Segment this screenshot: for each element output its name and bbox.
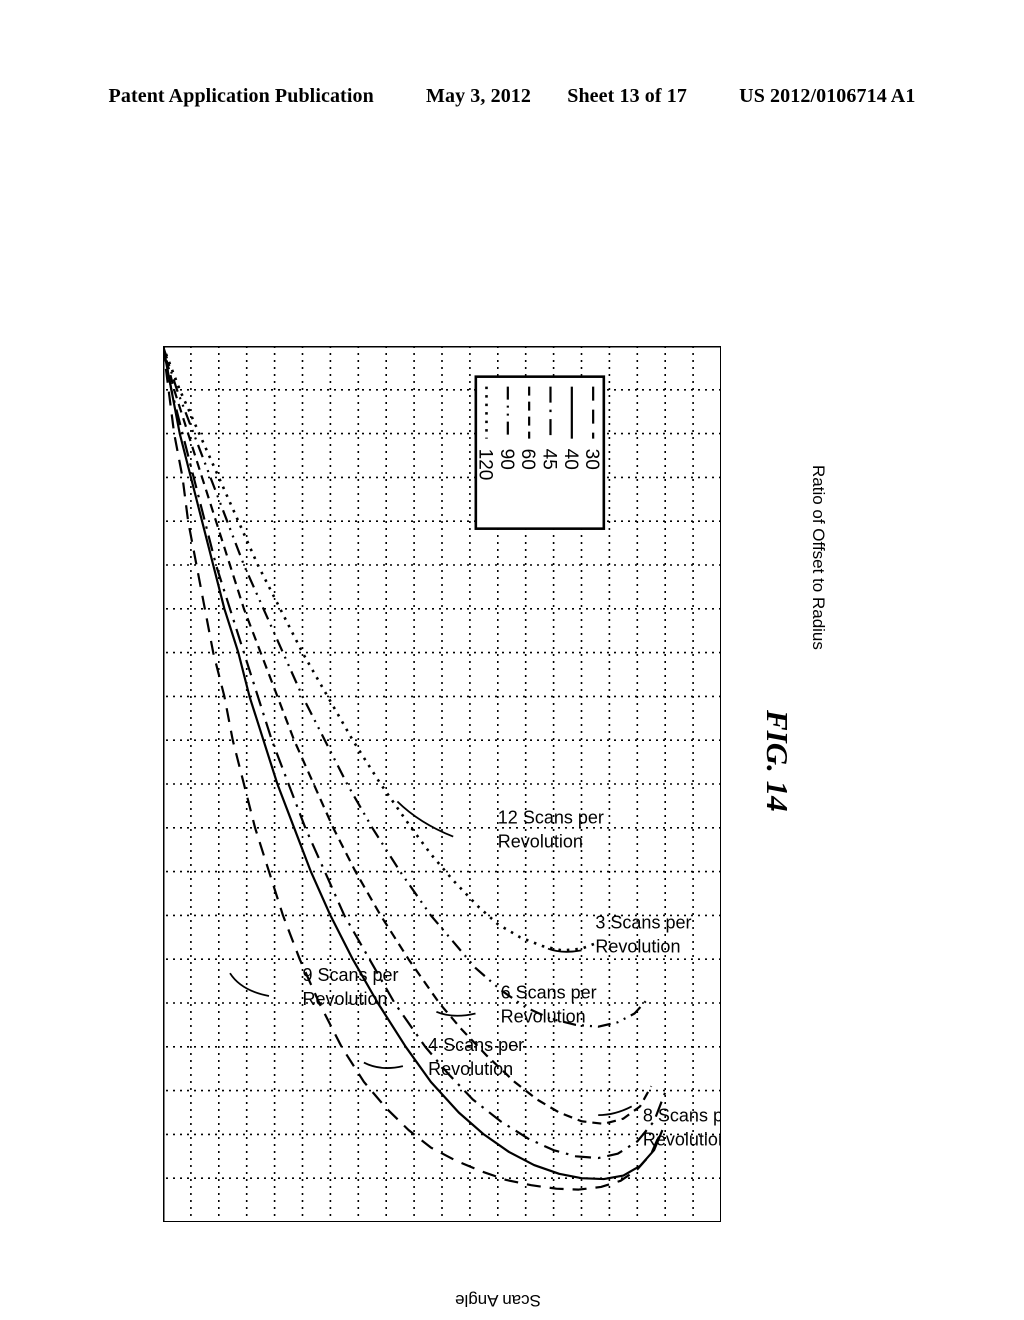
header-patent-number: US 2012/0106714 A1	[739, 85, 916, 107]
header-date: May 3, 2012	[426, 85, 531, 107]
legend: 3040456090120	[474, 375, 606, 530]
legend-label-60: 60	[517, 449, 538, 470]
header-publication: Patent Application Publication	[108, 85, 374, 107]
header-sheet: Sheet 13 of 17	[567, 85, 687, 107]
scan-angle-chart: 00.050.10.150.20.250.30.350.40.450.50.55…	[163, 346, 721, 1222]
figure-caption: FIG. 14	[760, 710, 795, 812]
annotation-line1: 8 Scans per	[643, 1105, 721, 1125]
annotation-line2: Revolution	[303, 989, 388, 1009]
annotation-line1: 3 Scans per	[595, 913, 691, 933]
annotation-line1: 4 Scans per	[428, 1035, 524, 1055]
legend-label-120: 120	[474, 449, 495, 481]
annotation-line1: 6 Scans per	[501, 983, 597, 1003]
annotation-line2: Revolution	[595, 937, 680, 957]
annotation-line1: 9 Scans per	[303, 965, 399, 985]
figure-14: 00.050.10.150.20.250.30.350.40.450.50.55…	[0, 150, 1024, 1310]
legend-label-45: 45	[538, 449, 559, 470]
plot-background	[163, 346, 721, 1222]
page-header: Patent Application Publication May 3, 20…	[0, 85, 1024, 108]
annotation-line2: Revolution	[501, 1007, 586, 1027]
annotation-line1: 12 Scans per	[498, 807, 604, 827]
legend-label-90: 90	[496, 449, 517, 470]
legend-label-40: 40	[560, 449, 581, 470]
chart-container: 00.050.10.150.20.250.30.350.40.450.50.55…	[163, 346, 721, 1222]
y-axis-title: Scan Angle	[455, 1291, 542, 1310]
x-axis-title: Ratio of Offset to Radius	[809, 465, 828, 650]
annotation-line2: Revolution	[498, 831, 583, 851]
annotation-line2: Revolution	[428, 1059, 513, 1079]
annotation-line2: Revolution	[643, 1129, 721, 1149]
legend-label-30: 30	[581, 449, 602, 470]
